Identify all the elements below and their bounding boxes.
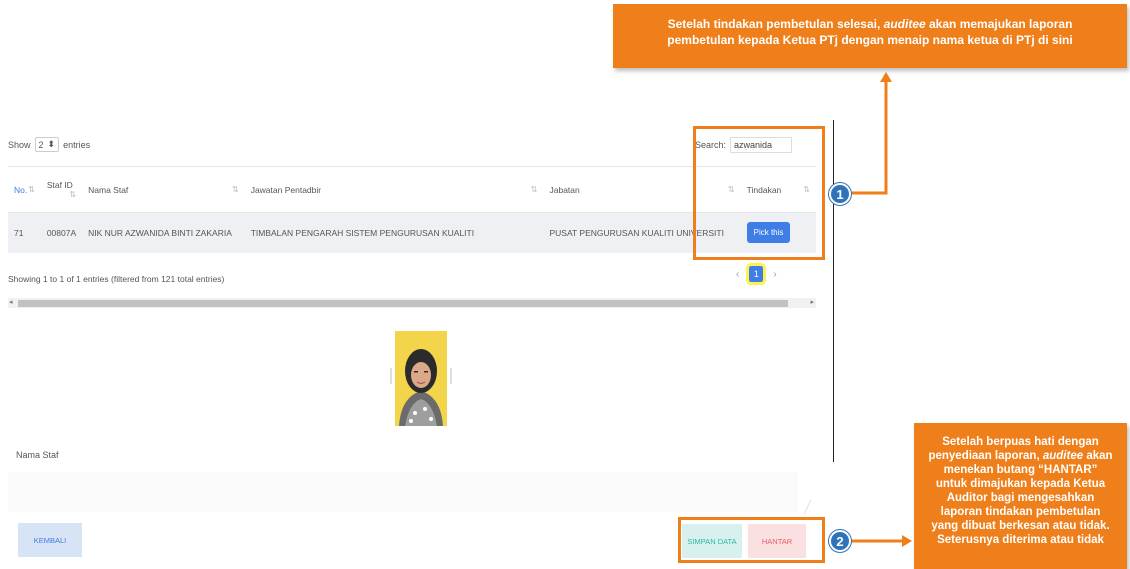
callout-bottom: Setelah berpuas hati dengan penyediaan l… (914, 423, 1127, 569)
step-1-badge: 1 (829, 183, 851, 205)
callout-bottom-line: akan (1083, 450, 1113, 462)
callout-bottom-line: yang dibuat berkesan atau tidak. (931, 520, 1110, 532)
callout-bottom-line: menekan butang “HANTAR” (943, 464, 1098, 476)
step-2-badge: 2 (829, 530, 851, 552)
callout-bottom-line: penyediaan laporan, (928, 450, 1043, 462)
callout-bottom-emphasis: auditee (1042, 450, 1084, 462)
callout-bottom-line: laporan tindakan pembetulan (940, 506, 1101, 518)
callout-bottom-line: untuk dimajukan kepada Ketua (935, 478, 1106, 490)
callout-bottom-line: Setelah berpuas hati dengan (942, 436, 1099, 448)
callout-bottom-line: Seterusnya diterima atau tidak (937, 534, 1104, 546)
callout-bottom-line: Auditor bagi mengesahkan (946, 492, 1095, 504)
